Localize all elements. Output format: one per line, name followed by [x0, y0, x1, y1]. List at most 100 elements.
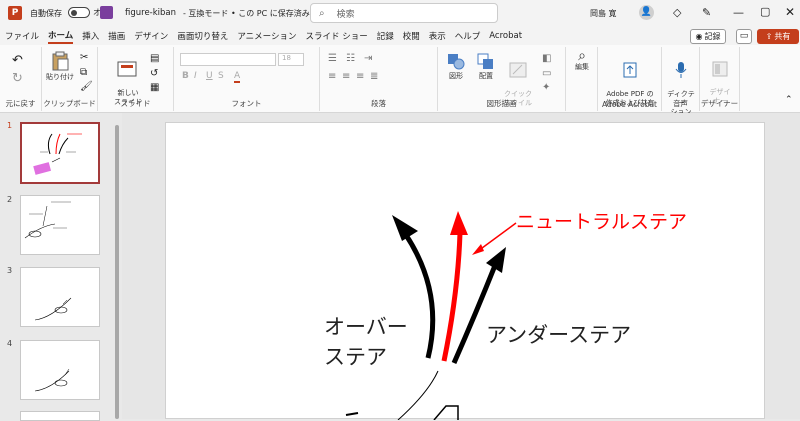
copy-icon[interactable]: ⧉ [80, 67, 87, 78]
tab-animations[interactable]: アニメーション [237, 30, 296, 42]
underline-icon[interactable]: U [206, 71, 213, 81]
collapse-ribbon-icon[interactable]: ⌃ [785, 95, 793, 105]
font-color-icon[interactable]: A [234, 71, 241, 83]
align-center-icon[interactable]: ≡ [342, 71, 350, 82]
quick-style-icon [509, 62, 527, 78]
format-painter-icon[interactable]: 🖌 [80, 81, 93, 92]
italic-icon[interactable]: I [194, 71, 197, 81]
save-icon[interactable] [100, 6, 113, 19]
font-size-select[interactable]: 18 [278, 53, 304, 66]
group-paragraph: ☰ ☷ ⇥ ≡ ≡ ≡ ≣ 段落 [320, 47, 438, 111]
indent-icon[interactable]: ⇥ [364, 53, 372, 64]
oversteer-label-line1: オーバー [324, 315, 408, 339]
powerpoint-logo-icon: P [8, 6, 22, 20]
user-name[interactable]: 岡島 寛 [590, 8, 617, 19]
designer-icon [712, 61, 728, 77]
paste-button[interactable]: 貼り付け [46, 51, 74, 82]
slide-thumbnail-2[interactable] [20, 195, 100, 255]
toggle-switch[interactable] [68, 7, 90, 18]
doc-status[interactable]: - 互換モード • この PC に保存済み ⌄ [183, 8, 319, 19]
group-edit: ⌕ 編集 [566, 47, 598, 111]
font-label: フォント [231, 99, 262, 108]
paste-label: 貼り付け [46, 73, 74, 81]
section-icon[interactable]: ▦ [150, 82, 159, 93]
record-label: 記録 [704, 32, 721, 41]
fill-icon[interactable]: ◧ [542, 53, 551, 64]
arrange-icon [477, 53, 493, 69]
shapes-button[interactable]: 図形 [442, 52, 470, 81]
title-bar: 自動保存 オフ P figure-kiban - 互換モード • この PC に… [0, 0, 800, 27]
justify-icon[interactable]: ≣ [370, 71, 378, 82]
tab-view[interactable]: 表示 [429, 30, 446, 42]
pdf-share-icon [623, 62, 637, 78]
outline-icon[interactable]: ▭ [542, 68, 551, 79]
arrange-button[interactable]: 配置 [472, 52, 500, 81]
tab-help[interactable]: ヘルプ [455, 30, 481, 42]
comment-icon[interactable]: ▭ [736, 29, 752, 44]
effects-icon[interactable]: ✦ [542, 82, 550, 93]
record-icon: ◉ [695, 32, 703, 41]
tab-review[interactable]: 校閲 [403, 30, 420, 42]
thumb-number-3: 3 [7, 266, 13, 275]
shapes-label: 図形 [449, 72, 463, 80]
slide-thumbnail-3[interactable] [20, 267, 100, 327]
new-slide-icon [117, 61, 137, 77]
strike-icon[interactable]: S [218, 71, 224, 81]
slide-canvas[interactable]: ニュートラルステア オーバー ステア アンダーステア [165, 122, 765, 420]
thumb-number-2: 2 [7, 195, 13, 204]
search-box[interactable]: ⌕ 検索 [310, 3, 498, 23]
microphone-icon [675, 62, 687, 78]
slide-thumbnail-1[interactable] [20, 122, 100, 184]
tab-home[interactable]: ホーム [48, 29, 74, 44]
vehicle-outline [433, 405, 459, 420]
close-icon[interactable]: ✕ [785, 5, 795, 19]
search-placeholder: 検索 [336, 9, 355, 20]
reset-icon[interactable]: ↺ [150, 68, 158, 79]
pen-icon[interactable]: ✎ [702, 6, 711, 19]
bold-icon[interactable]: B [182, 71, 189, 81]
tab-slideshow[interactable]: スライド ショー [306, 30, 368, 42]
font-name-select[interactable] [180, 53, 276, 66]
numbering-icon[interactable]: ☷ [346, 53, 355, 64]
undo-icon[interactable]: ↶ [12, 53, 23, 68]
tab-transitions[interactable]: 画面切り替え [177, 30, 228, 42]
tab-insert[interactable]: 挿入 [82, 30, 99, 42]
diamond-icon[interactable]: ◇ [673, 6, 681, 19]
neutral-arrow [441, 232, 463, 362]
oversteer-label-line2: ステア [324, 345, 387, 369]
layout-icon[interactable]: ▤ [150, 53, 159, 64]
slide-thumbnail-4[interactable] [20, 340, 100, 400]
drawing-label: 図形描画 [486, 99, 517, 108]
slide-thumbnail-5[interactable] [20, 411, 100, 421]
tab-design[interactable]: デザイン [134, 30, 168, 42]
thumb-number-1: 1 [7, 121, 13, 130]
neutral-pointer-line [477, 222, 517, 252]
scrollbar-thumb[interactable] [115, 125, 119, 419]
thumb-number-4: 4 [7, 339, 13, 348]
cut-icon[interactable]: ✂ [80, 52, 88, 63]
share-label: 共有 [774, 32, 791, 41]
tab-acrobat[interactable]: Acrobat [489, 31, 522, 41]
group-font: 18 B I U S A フォント [174, 47, 320, 111]
redo-icon[interactable]: ↻ [12, 71, 23, 86]
align-right-icon[interactable]: ≡ [356, 71, 364, 82]
neutral-arrowhead [450, 211, 468, 235]
tab-file[interactable]: ファイル [5, 30, 39, 42]
short-mark [345, 412, 359, 416]
avatar-icon[interactable]: 👤 [639, 5, 654, 20]
adobe-group-label: Adobe Acrobat [601, 100, 658, 109]
tab-draw[interactable]: 描画 [108, 30, 125, 42]
restore-icon[interactable]: ▢ [760, 5, 770, 18]
share-button[interactable]: ⇪ 共有 [757, 29, 799, 44]
bullets-icon[interactable]: ☰ [328, 53, 337, 64]
slides-label: スライド [120, 99, 151, 108]
edit-button[interactable]: ⌕ 編集 [568, 49, 596, 72]
tab-record[interactable]: 記録 [377, 30, 394, 42]
clipboard-icon [52, 51, 69, 71]
minimize-icon[interactable]: — [733, 6, 744, 19]
record-button[interactable]: ◉ 記録 [690, 29, 726, 44]
group-drawing: 図形 配置 クイック スタイル ◧ ▭ ✦ 図形描画 [438, 47, 566, 111]
thumbnail-scrollbar[interactable] [114, 113, 120, 419]
share-icon: ⇪ [765, 32, 773, 41]
align-left-icon[interactable]: ≡ [328, 71, 336, 82]
